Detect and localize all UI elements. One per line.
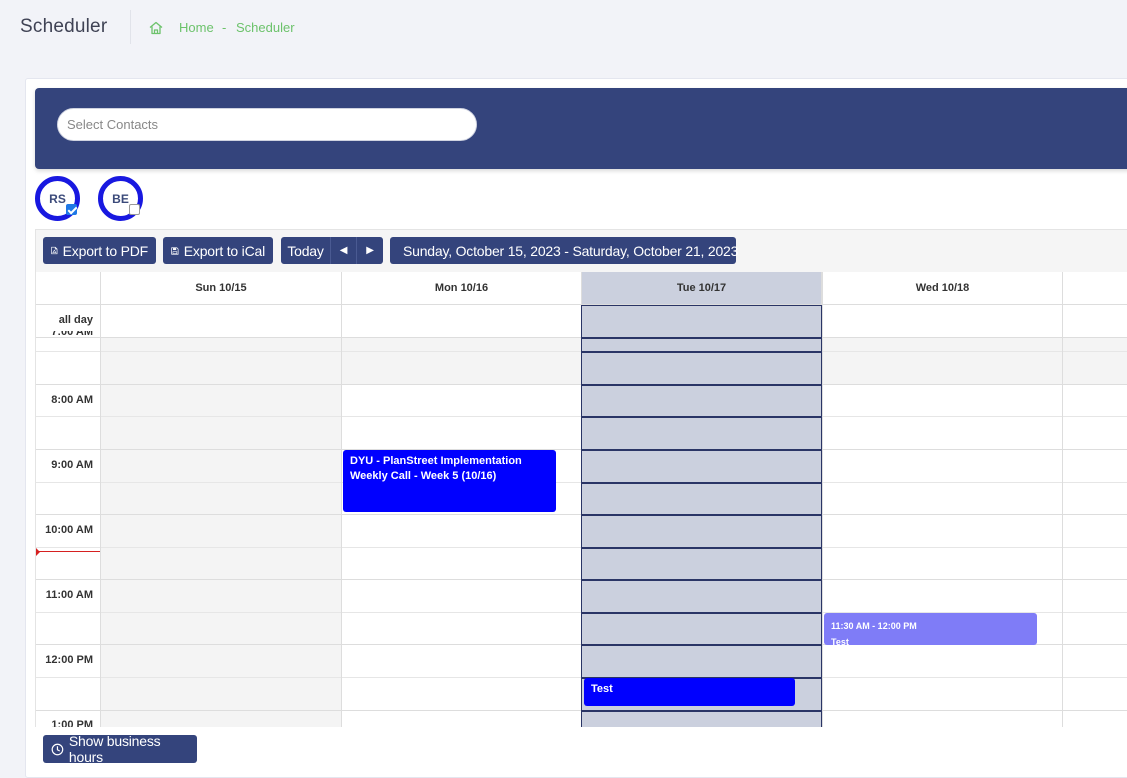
avatar-initials: BE [112, 191, 129, 206]
date-range-button[interactable]: Sunday, October 15, 2023 - Saturday, Oct… [390, 237, 739, 264]
all-day-label: all day [58, 314, 93, 326]
date-range-label: Sunday, October 15, 2023 - Saturday, Oct… [403, 242, 739, 259]
today-button[interactable]: Today [281, 237, 331, 264]
avatar-be[interactable]: BE [98, 176, 143, 221]
navigation-button-group: Today ◀ ▶ [281, 237, 383, 264]
time-label-partial: 7:00 AM [51, 331, 93, 338]
select-contacts-input[interactable] [57, 108, 477, 141]
current-time-line [36, 551, 100, 552]
time-label: 12:00 PM [45, 654, 93, 666]
next-week-button[interactable]: ▶ [357, 237, 383, 264]
avatar-checkbox-checked[interactable] [66, 204, 77, 215]
column-header-mon[interactable]: Mon 10/16 [342, 272, 582, 305]
export-pdf-button[interactable]: Export to PDF [43, 237, 156, 264]
column-header-wed[interactable]: Wed 10/18 [823, 272, 1063, 305]
breadcrumb-home[interactable]: Home [179, 20, 214, 35]
time-label: 8:00 AM [51, 394, 93, 406]
caret-left-icon: ◀ [339, 245, 348, 256]
calendar-event[interactable]: DYU - PlanStreet Implementation Weekly C… [343, 450, 556, 512]
home-icon[interactable] [148, 20, 164, 36]
non-business-hours [100, 384, 341, 727]
avatar-checkbox[interactable] [129, 204, 140, 215]
column-header-tue[interactable]: Tue 10/17 [582, 272, 822, 305]
breadcrumb-current[interactable]: Scheduler [236, 20, 295, 35]
avatar-initials: RS [49, 191, 66, 206]
export-ical-label: Export to iCal [183, 242, 265, 259]
export-pdf-label: Export to PDF [62, 242, 149, 259]
event-time: 11:30 AM - 12:00 PM [831, 621, 917, 631]
page-title: Scheduler [20, 16, 108, 37]
time-label: 11:00 AM [45, 589, 93, 601]
calendar-event[interactable]: Test [584, 678, 795, 706]
time-label: 9:00 AM [51, 459, 93, 471]
calendar-event[interactable]: 11:30 AM - 12:00 PM Test [824, 613, 1037, 645]
show-business-hours-button[interactable]: Show business hours [43, 733, 197, 765]
pdf-file-icon [51, 246, 58, 255]
save-icon [171, 246, 179, 255]
time-label: 1:00 PM [51, 719, 93, 727]
selected-day-column[interactable] [581, 272, 822, 727]
breadcrumb-separator: - [222, 20, 227, 35]
week-calendar: Sun 10/15 Mon 10/16 Tue 10/17 Wed 10/18 … [35, 272, 1127, 727]
column-header-sun[interactable]: Sun 10/15 [101, 272, 342, 305]
caret-right-icon: ▶ [366, 245, 374, 256]
avatar-rs[interactable]: RS [35, 176, 80, 221]
export-ical-button[interactable]: Export to iCal [163, 237, 273, 264]
show-business-hours-label: Show business hours [68, 733, 161, 765]
current-time-arrow [36, 548, 40, 556]
event-title: Test [831, 637, 849, 645]
time-label: 10:00 AM [45, 524, 93, 536]
previous-week-button[interactable]: ◀ [331, 237, 357, 264]
event-title: Test [591, 683, 613, 695]
clock-icon [51, 743, 64, 755]
top-bar: Scheduler Home - Scheduler [0, 0, 1127, 56]
title-divider [130, 10, 131, 44]
event-title: DYU - PlanStreet Implementation Weekly C… [350, 455, 522, 482]
